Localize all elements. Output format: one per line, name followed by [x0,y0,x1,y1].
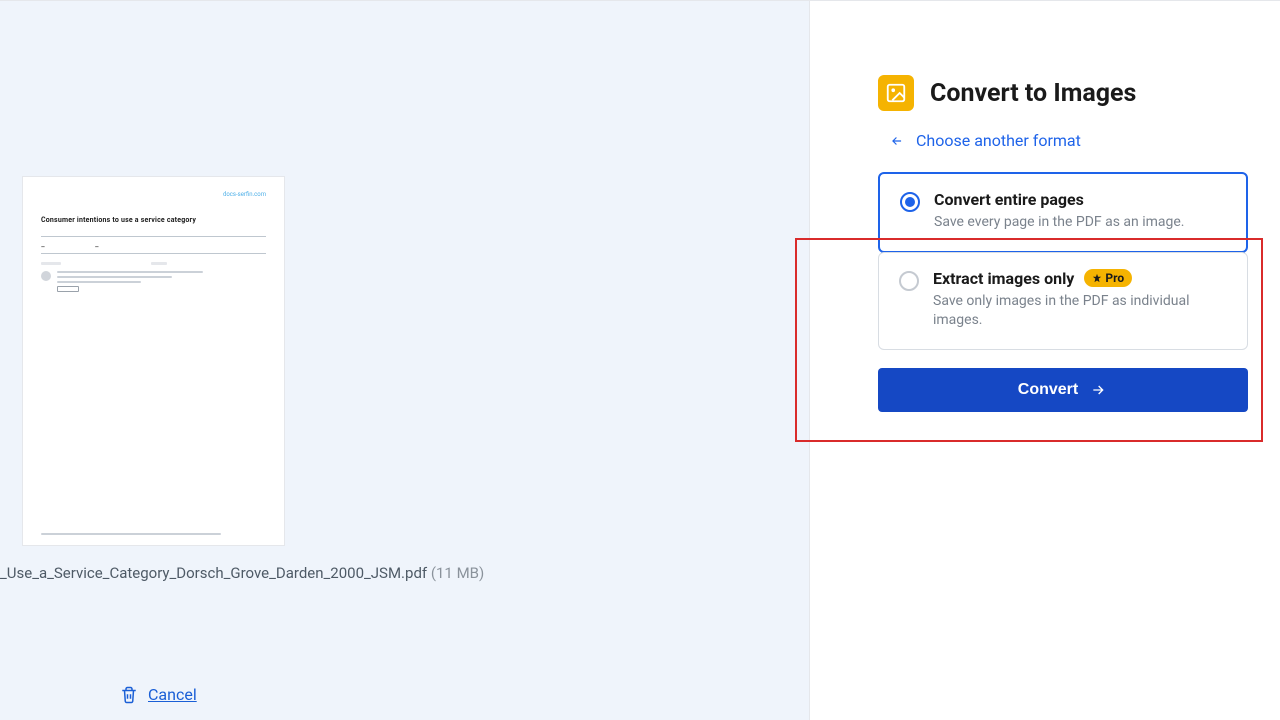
pdf-thumbnail[interactable]: docs-serfin.com Consumer intentions to u… [22,176,285,546]
option-title: Convert entire pages [934,190,1084,209]
option-convert-entire-pages[interactable]: Convert entire pages Save every page in … [878,172,1248,253]
pro-badge: Pro [1084,269,1132,287]
file-meta: _Use_a_Service_Category_Dorsch_Grove_Dar… [0,564,484,582]
option-desc: Save only images in the PDF as individua… [933,292,1227,331]
radio-entire-pages[interactable] [900,192,920,212]
option-extract-images-only[interactable]: Extract images only Pro Save only images… [878,252,1248,350]
image-icon [878,75,914,111]
option-desc: Save every page in the PDF as an image. [934,213,1185,233]
back-link-label: Choose another format [916,131,1081,150]
panel-title: Convert to Images [930,79,1136,108]
file-size: (11 MB) [431,564,484,582]
preview-pane: docs-serfin.com Consumer intentions to u… [0,1,810,720]
options-panel: Convert to Images Choose another format … [810,1,1280,720]
trash-icon [120,686,138,704]
choose-another-format-link[interactable]: Choose another format [888,131,1081,150]
cancel-button[interactable]: Cancel [120,685,197,704]
arrow-right-icon [1088,382,1108,398]
convert-button[interactable]: Convert [878,368,1248,412]
cancel-label: Cancel [148,685,197,704]
file-name: _Use_a_Service_Category_Dorsch_Grove_Dar… [0,564,427,582]
radio-extract-images[interactable] [899,271,919,291]
convert-label: Convert [1018,381,1078,399]
arrow-left-icon [888,134,906,148]
star-icon [1092,273,1102,283]
option-title: Extract images only [933,269,1074,288]
pdf-preview-title: Consumer intentions to use a service cat… [41,216,266,224]
pdf-preview-link: docs-serfin.com [41,191,266,198]
